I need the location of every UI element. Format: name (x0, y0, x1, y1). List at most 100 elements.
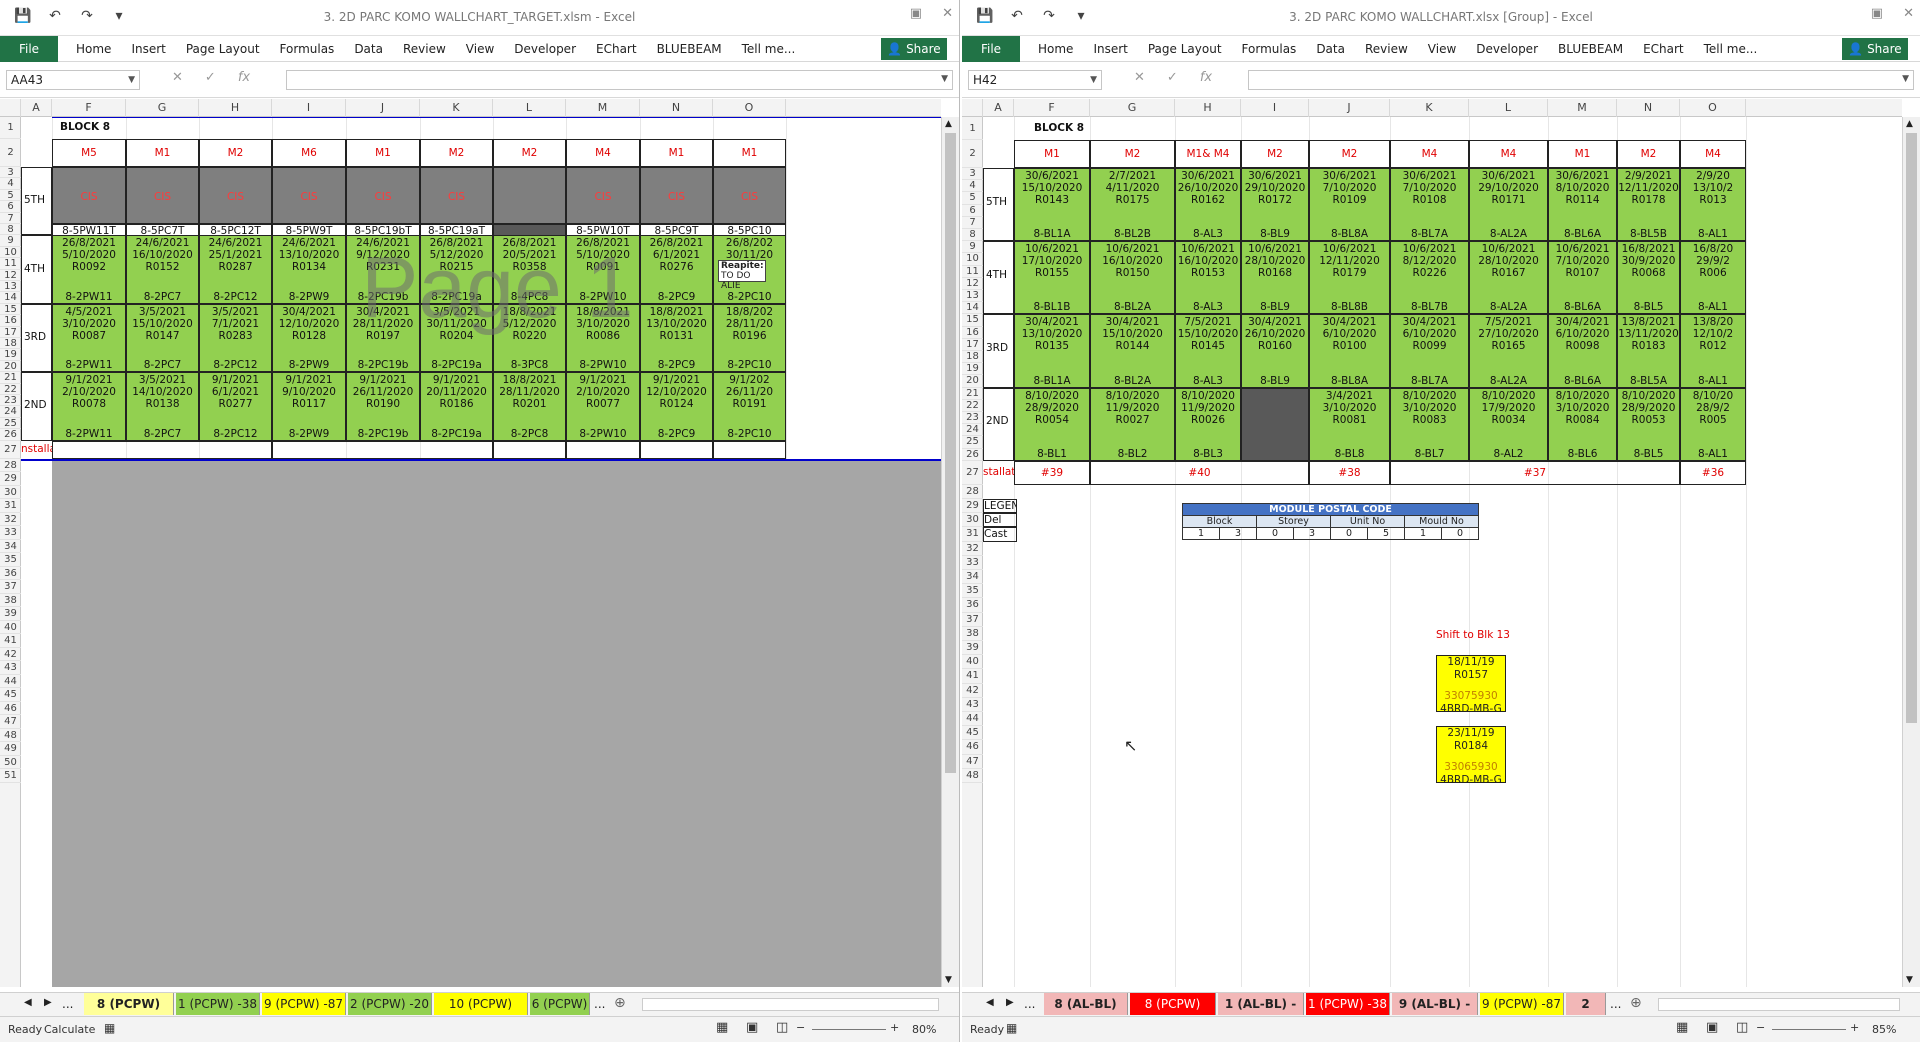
cis-cell[interactable]: CIS (640, 167, 713, 224)
formula-input[interactable]: ▼ (286, 70, 953, 90)
row-header-44[interactable]: 44 (962, 712, 983, 727)
tell-me-search[interactable]: Tell me... (732, 36, 806, 62)
row-header-29[interactable]: 29 (962, 499, 983, 514)
enter-icon[interactable]: ✓ (205, 70, 216, 85)
schedule-cell[interactable]: 30/4/2021 15/10/2020 R0144 8-BL2A (1090, 314, 1175, 388)
legend-cell[interactable]: Cast Qty (983, 527, 1017, 542)
row-header-9[interactable]: 9 (0, 235, 21, 247)
tab-view[interactable]: View (456, 36, 504, 62)
column-header-a[interactable]: A (983, 99, 1014, 117)
row-header-20[interactable]: 20 (962, 375, 983, 388)
page-break-view-icon[interactable]: ◫ (776, 1020, 788, 1035)
cis-cell[interactable] (493, 167, 566, 224)
schedule-cell[interactable]: 8/10/2020 11/9/2020 R0027 8-BL2 (1090, 387, 1175, 461)
row-header-21[interactable]: 21 (962, 388, 983, 400)
page-layout-view-icon[interactable]: ▣ (1706, 1020, 1718, 1035)
row-header-26[interactable]: 26 (962, 449, 983, 461)
row-header-12[interactable]: 12 (962, 278, 983, 290)
column-header-h[interactable]: H (1175, 99, 1241, 117)
row-header-23[interactable]: 23 (0, 395, 21, 407)
row-header-30[interactable]: 30 (962, 513, 983, 528)
schedule-cell[interactable]: 10/6/2021 7/10/2020 R0107 8-BL6A (1548, 241, 1617, 315)
row-header-15[interactable]: 15 (0, 304, 21, 316)
schedule-cell[interactable]: 24/6/2021 16/10/2020 R0152 8-2PC7 (126, 235, 199, 304)
sheet-tab[interactable]: 1 (PCPW) -38 (1306, 993, 1390, 1015)
row-header-5[interactable]: 5 (0, 190, 21, 202)
row-header-2[interactable]: 2 (962, 140, 983, 168)
schedule-cell[interactable]: 9/1/2021 12/10/2020 R0124 8-2PC9 (640, 372, 713, 441)
worksheet-grid[interactable]: A F G H I J K L M N O 1 2 3 4 5 6 7 8 9 10 11 12 13 14 15 16 17 18 19… (962, 99, 1920, 987)
tab-overflow[interactable]: ... (594, 997, 605, 1011)
name-box[interactable]: H42 ▼ (968, 70, 1102, 90)
zoom-slider[interactable] (1772, 1029, 1846, 1030)
scroll-down-arrow[interactable]: ▼ (945, 975, 952, 985)
schedule-cell[interactable]: 3/4/2021 3/10/2020 R0081 8-BL8 (1309, 387, 1390, 461)
row-header-22[interactable]: 22 (962, 400, 983, 412)
mould-header-cell[interactable]: M2 (1241, 140, 1309, 168)
column-header-m[interactable]: M (566, 99, 640, 117)
row-header-18[interactable]: 18 (962, 351, 983, 364)
page-break-view-icon[interactable]: ◫ (1736, 1020, 1748, 1035)
floor-label[interactable]: 3RD (983, 314, 1014, 388)
vertical-scrollbar[interactable]: ▲ ▼ (941, 117, 959, 987)
row-header-40[interactable]: 40 (0, 621, 21, 635)
mould-header-cell[interactable]: M2 (420, 139, 493, 167)
tab-scroll-right-icon[interactable]: ▶ (44, 997, 52, 1008)
row-header-11[interactable]: 11 (962, 266, 983, 278)
schedule-cell[interactable]: 10/6/2021 17/10/2020 R0155 8-BL1B (1014, 241, 1090, 315)
mould-header-cell[interactable]: M1 (346, 139, 420, 167)
row-header-28[interactable]: 28 (962, 485, 983, 499)
tab-formulas[interactable]: Formulas (270, 36, 345, 62)
column-header-m[interactable]: M (1548, 99, 1617, 117)
floor-label[interactable]: 4TH (983, 241, 1014, 315)
install-label[interactable]: stallat (983, 461, 1014, 485)
column-header-k[interactable]: K (420, 99, 493, 117)
tab-data[interactable]: Data (1306, 36, 1355, 62)
schedule-cell[interactable]: 9/1/2021 2/10/2020 R0077 8-2PW10 (566, 372, 640, 441)
column-header-k[interactable]: K (1390, 99, 1469, 117)
scroll-up-arrow[interactable]: ▲ (1906, 119, 1913, 129)
schedule-cell[interactable]: 26/8/2021 6/1/2021 R0276 8-2PC9 (640, 235, 713, 304)
tab-scroll-right-icon[interactable]: ▶ (1006, 997, 1014, 1008)
cell-comment[interactable]: Reapite: TO DO ALIE (718, 260, 766, 291)
row-header-7[interactable]: 7 (962, 217, 983, 229)
floor-label[interactable]: 2ND (983, 387, 1014, 461)
macro-record-icon[interactable]: ▦ (1006, 1021, 1017, 1035)
schedule-cell[interactable]: 30/4/2021 6/10/2020 R0098 8-BL6A (1548, 314, 1617, 388)
schedule-cell[interactable]: 18/8/202 28/11/20 R0196 8-2PC10 (713, 303, 786, 373)
row-header-31[interactable]: 31 (0, 499, 21, 513)
schedule-cell[interactable]: 7/5/2021 15/10/2020 R0145 8-AL3 (1175, 314, 1241, 388)
column-header-o[interactable]: O (1680, 99, 1746, 117)
column-header-j[interactable]: J (1309, 99, 1390, 117)
floor-label[interactable]: 4TH (21, 235, 52, 304)
schedule-cell[interactable]: 30/6/2021 26/10/2020 R0162 8-AL3 (1175, 168, 1241, 242)
schedule-cell[interactable]: 9/1/2021 2/10/2020 R0078 8-2PW11 (52, 372, 126, 441)
zoom-out-icon[interactable]: − (1756, 1021, 1765, 1034)
schedule-cell[interactable]: 2/9/20 13/10/2 R013 8-AL1 (1680, 168, 1746, 242)
zoom-in-icon[interactable]: + (890, 1021, 899, 1034)
column-header-i[interactable]: I (272, 99, 346, 117)
row-header-43[interactable]: 43 (0, 661, 21, 675)
row-header-49[interactable]: 49 (0, 742, 21, 756)
floor-label[interactable]: 5TH (21, 167, 52, 236)
page-layout-view-icon[interactable]: ▣ (746, 1020, 758, 1035)
legend-cell[interactable]: LEGEND (983, 499, 1017, 514)
mould-header-cell[interactable]: M1 (1014, 140, 1090, 168)
schedule-cell[interactable]: 16/8/2021 30/9/2020 R0068 8-BL5 (1617, 241, 1680, 315)
row-header-41[interactable]: 41 (0, 634, 21, 648)
scroll-up-arrow[interactable]: ▲ (945, 119, 952, 129)
row-header-37[interactable]: 37 (962, 613, 983, 627)
row-header-10[interactable]: 10 (962, 253, 983, 266)
sheet-tab[interactable]: 6 (PCPW) -1 (530, 993, 590, 1033)
schedule-cell[interactable]: 30/6/2021 15/10/2020 R0143 8-BL1A (1014, 168, 1090, 242)
schedule-cell[interactable]: 30/4/2021 13/10/2020 R0135 8-BL1A (1014, 314, 1090, 388)
install-cell[interactable] (272, 440, 493, 459)
scroll-down-arrow[interactable]: ▼ (1906, 975, 1913, 985)
install-cell[interactable]: #37 (1390, 460, 1680, 485)
row-header-12[interactable]: 12 (0, 270, 21, 281)
cell-area[interactable]: BLOCK 8 M1 M2 M1& M4 M2 M2 M4 M4 M1 M2 M4 5TH 4TH 3RD… (983, 117, 1902, 987)
column-header-n[interactable]: N (1617, 99, 1680, 117)
schedule-cell[interactable]: 18/8/2021 28/11/2020 R0201 8-2PC8 (493, 372, 566, 441)
row-header-3[interactable]: 3 (962, 168, 983, 181)
tab-data[interactable]: Data (344, 36, 393, 62)
